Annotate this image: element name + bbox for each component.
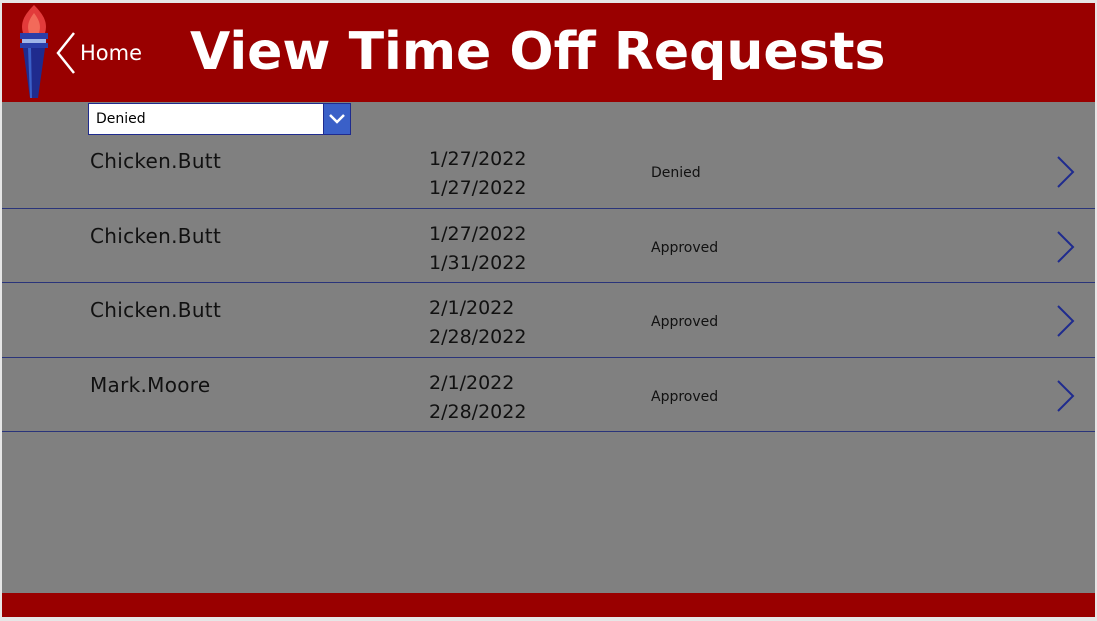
request-row[interactable]: Chicken.Butt 1/27/2022 1/31/2022 Approve…: [2, 209, 1095, 283]
chevron-down-icon: [329, 114, 345, 124]
request-row[interactable]: Mark.Moore 2/1/2022 2/28/2022 Approved: [2, 358, 1095, 432]
request-row[interactable]: Chicken.Butt 2/1/2022 2/28/2022 Approved: [2, 283, 1095, 358]
chevron-left-icon: [56, 32, 75, 74]
home-back-button[interactable]: Home: [54, 31, 154, 75]
chevron-right-icon[interactable]: [1054, 303, 1076, 339]
app-screen: Home View Time Off Requests Denied Chick…: [2, 3, 1095, 617]
chevron-right-icon[interactable]: [1054, 378, 1076, 414]
end-date: 2/28/2022: [429, 326, 527, 348]
footer-bar: [2, 593, 1095, 617]
request-status: Approved: [651, 388, 719, 405]
header-bar: Home View Time Off Requests: [2, 3, 1095, 102]
start-date: 2/1/2022: [429, 297, 515, 319]
start-date: 1/27/2022: [429, 148, 527, 170]
home-label: Home: [80, 41, 143, 65]
request-row[interactable]: Chicken.Butt 1/27/2022 1/27/2022 Denied: [2, 134, 1095, 209]
requester-name: Chicken.Butt: [90, 149, 222, 173]
requester-name: Chicken.Butt: [90, 298, 222, 322]
requests-gallery: Chicken.Butt 1/27/2022 1/27/2022 Denied …: [2, 134, 1095, 432]
requester-name: Mark.Moore: [90, 372, 211, 397]
chevron-right-icon[interactable]: [1054, 154, 1076, 190]
torch-icon: [20, 5, 48, 98]
requester-name: Chicken.Butt: [90, 223, 222, 248]
start-date: 1/27/2022: [429, 222, 527, 245]
end-date: 2/28/2022: [429, 400, 527, 423]
request-status: Approved: [651, 239, 719, 256]
status-filter-dropdown[interactable]: Denied: [88, 103, 351, 135]
chevron-right-icon[interactable]: [1054, 229, 1076, 265]
end-date: 1/31/2022: [429, 251, 527, 274]
start-date: 2/1/2022: [429, 371, 515, 394]
end-date: 1/27/2022: [429, 177, 527, 199]
status-filter-value: Denied: [96, 111, 146, 127]
dropdown-toggle[interactable]: [323, 104, 350, 134]
page-title: View Time Off Requests: [190, 22, 886, 82]
request-status: Denied: [651, 165, 701, 181]
request-status: Approved: [651, 314, 719, 330]
